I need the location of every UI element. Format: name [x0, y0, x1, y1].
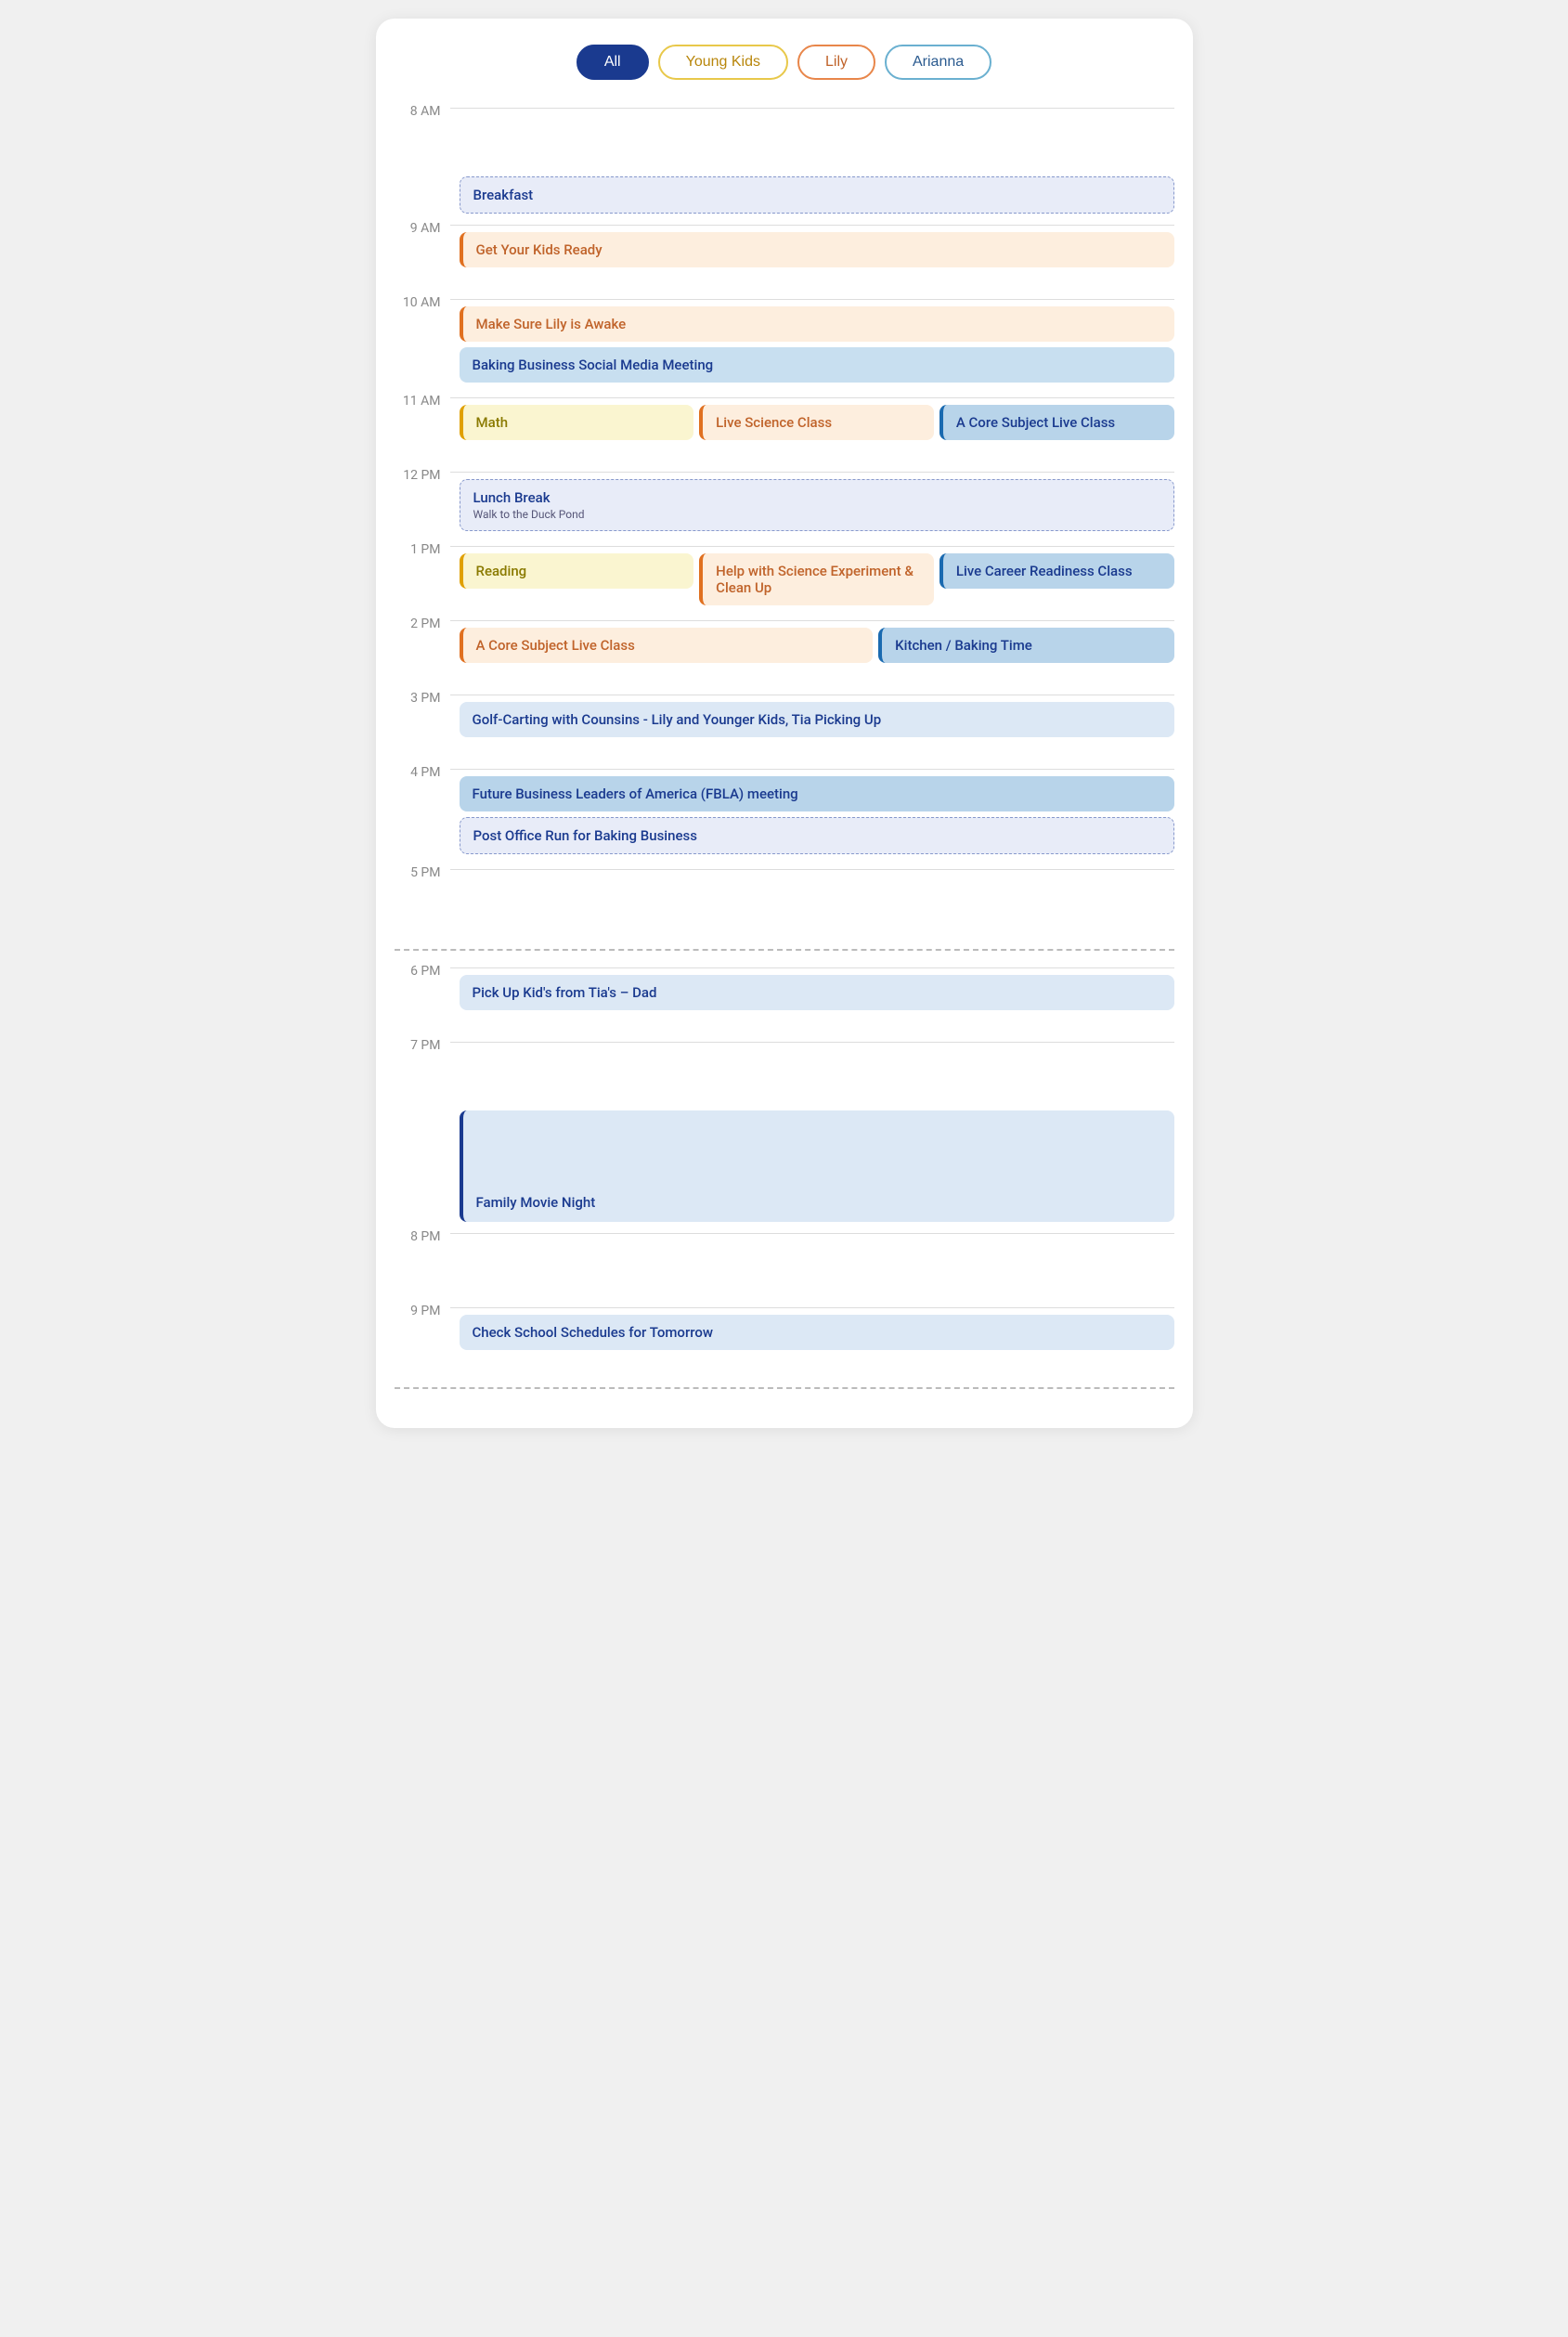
time-block-2pm: 2 PM A Core Subject Live Class Kitchen /…	[395, 615, 1174, 689]
events-8pm	[450, 1227, 1174, 1246]
page-container: All Young Kids Lily Arianna 8 AM Breakfa…	[376, 19, 1193, 1428]
col-kitchen-baking: Kitchen / Baking Time	[878, 628, 1173, 669]
event-live-science[interactable]: Live Science Class	[699, 405, 934, 440]
event-golf[interactable]: Golf-Carting with Counsins - Lily and Yo…	[460, 702, 1174, 737]
col-math: Math	[460, 405, 694, 446]
time-block-10am: 10 AM Make Sure Lily is Awake Baking Bus…	[395, 293, 1174, 392]
events-9pm: Check School Schedules for Tomorrow	[450, 1302, 1174, 1359]
events-2pm: A Core Subject Live Class Kitchen / Baki…	[450, 615, 1174, 672]
event-lily-awake[interactable]: Make Sure Lily is Awake	[460, 306, 1174, 342]
calendar: 8 AM Breakfast 9 AM Get Your Kids Ready …	[376, 102, 1193, 1389]
time-line-8am	[450, 108, 1174, 109]
multi-col-11am: Math Live Science Class A Core Subject L…	[460, 405, 1174, 446]
tab-lily[interactable]: Lily	[797, 45, 875, 80]
time-block-8pm: 8 PM	[395, 1227, 1174, 1302]
tab-arianna[interactable]: Arianna	[885, 45, 991, 80]
time-line-6pm	[450, 967, 1174, 968]
dashed-divider-1	[395, 949, 1174, 951]
events-7pm	[450, 1036, 1174, 1064]
col-live-science: Live Science Class	[699, 405, 934, 446]
events-1pm: Reading Help with Science Experiment & C…	[450, 540, 1174, 615]
col-core-subject-2: A Core Subject Live Class	[460, 628, 874, 669]
time-label-9pm: 9 PM	[395, 1302, 450, 1318]
tab-all[interactable]: All	[577, 45, 649, 80]
time-line-8pm	[450, 1233, 1174, 1234]
time-line-2pm	[450, 620, 1174, 621]
event-row-breakfast: Breakfast	[395, 176, 1174, 219]
event-help-science[interactable]: Help with Science Experiment & Clean Up	[699, 553, 934, 605]
event-reading[interactable]: Reading	[460, 553, 694, 589]
event-pickup[interactable]: Pick Up Kid's from Tia's – Dad	[460, 975, 1174, 1010]
time-block-1pm: 1 PM Reading Help with Science Experimen…	[395, 540, 1174, 615]
time-label-1pm: 1 PM	[395, 540, 450, 557]
event-live-career[interactable]: Live Career Readiness Class	[940, 553, 1174, 589]
time-label-12pm: 12 PM	[395, 466, 450, 483]
events-4pm: Future Business Leaders of America (FBLA…	[450, 763, 1174, 863]
time-label-3pm: 3 PM	[395, 689, 450, 706]
time-label-8pm: 8 PM	[395, 1227, 450, 1244]
col-help-science: Help with Science Experiment & Clean Up	[699, 553, 934, 611]
time-label-7pm: 7 PM	[395, 1036, 450, 1053]
events-5pm	[450, 863, 1174, 891]
time-line-4pm	[450, 769, 1174, 770]
tab-young-kids[interactable]: Young Kids	[658, 45, 788, 80]
time-block-5pm: 5 PM	[395, 863, 1174, 938]
lunch-subtitle: Walk to the Duck Pond	[473, 508, 1160, 521]
time-label-6pm: 6 PM	[395, 962, 450, 979]
event-kitchen-baking[interactable]: Kitchen / Baking Time	[878, 628, 1173, 663]
time-label-5pm: 5 PM	[395, 863, 450, 880]
events-3pm: Golf-Carting with Counsins - Lily and Yo…	[450, 689, 1174, 747]
filter-tabs: All Young Kids Lily Arianna	[376, 37, 1193, 80]
events-12pm: Lunch Break Walk to the Duck Pond	[450, 466, 1174, 540]
time-label-9am: 9 AM	[395, 219, 450, 236]
events-10am: Make Sure Lily is Awake Baking Business …	[450, 293, 1174, 392]
time-line-11am	[450, 397, 1174, 398]
time-block-9pm: 9 PM Check School Schedules for Tomorrow	[395, 1302, 1174, 1376]
col-reading: Reading	[460, 553, 694, 611]
event-check-school[interactable]: Check School Schedules for Tomorrow	[460, 1315, 1174, 1350]
lunch-title: Lunch Break	[473, 489, 551, 506]
time-line-7pm	[450, 1042, 1174, 1043]
time-line-5pm	[450, 869, 1174, 870]
family-movie-label: Family Movie Night	[476, 1194, 596, 1211]
event-lunch[interactable]: Lunch Break Walk to the Duck Pond	[460, 479, 1174, 531]
time-block-9am: 9 AM Get Your Kids Ready	[395, 219, 1174, 293]
time-line-9pm	[450, 1307, 1174, 1308]
col-core-subject-1: A Core Subject Live Class	[940, 405, 1174, 446]
event-get-ready[interactable]: Get Your Kids Ready	[460, 232, 1174, 267]
event-baking-meeting[interactable]: Baking Business Social Media Meeting	[460, 347, 1174, 383]
time-label-8am: 8 AM	[395, 102, 450, 119]
event-breakfast[interactable]: Breakfast	[460, 176, 1174, 214]
time-block-12pm: 12 PM Lunch Break Walk to the Duck Pond	[395, 466, 1174, 540]
event-fbla[interactable]: Future Business Leaders of America (FBLA…	[460, 776, 1174, 811]
multi-col-1pm: Reading Help with Science Experiment & C…	[460, 553, 1174, 611]
time-block-6pm: 6 PM Pick Up Kid's from Tia's – Dad	[395, 962, 1174, 1036]
time-block-7pm: 7 PM	[395, 1036, 1174, 1110]
time-line-12pm	[450, 472, 1174, 473]
time-label-11am: 11 AM	[395, 392, 450, 409]
col-live-career: Live Career Readiness Class	[940, 553, 1174, 611]
time-label-2pm: 2 PM	[395, 615, 450, 631]
event-post-office[interactable]: Post Office Run for Baking Business	[460, 817, 1174, 854]
time-block-8am: 8 AM	[395, 102, 1174, 176]
time-block-4pm: 4 PM Future Business Leaders of America …	[395, 763, 1174, 863]
event-row-family: Family Movie Night	[395, 1110, 1174, 1227]
time-line-1pm	[450, 546, 1174, 547]
time-line-10am	[450, 299, 1174, 300]
events-6pm: Pick Up Kid's from Tia's – Dad	[450, 962, 1174, 1019]
events-11am: Math Live Science Class A Core Subject L…	[450, 392, 1174, 449]
time-line-9am	[450, 225, 1174, 226]
event-core-subject-2[interactable]: A Core Subject Live Class	[460, 628, 874, 663]
time-block-11am: 11 AM Math Live Science Class A Core Sub…	[395, 392, 1174, 466]
events-9am: Get Your Kids Ready	[450, 219, 1174, 277]
time-label-4pm: 4 PM	[395, 763, 450, 780]
time-label-10am: 10 AM	[395, 293, 450, 310]
event-core-subject-1[interactable]: A Core Subject Live Class	[940, 405, 1174, 440]
dashed-divider-2	[395, 1387, 1174, 1389]
event-family-movie[interactable]: Family Movie Night	[460, 1110, 1174, 1222]
multi-col-2pm: A Core Subject Live Class Kitchen / Baki…	[460, 628, 1174, 669]
event-math[interactable]: Math	[460, 405, 694, 440]
time-block-3pm: 3 PM Golf-Carting with Counsins - Lily a…	[395, 689, 1174, 763]
